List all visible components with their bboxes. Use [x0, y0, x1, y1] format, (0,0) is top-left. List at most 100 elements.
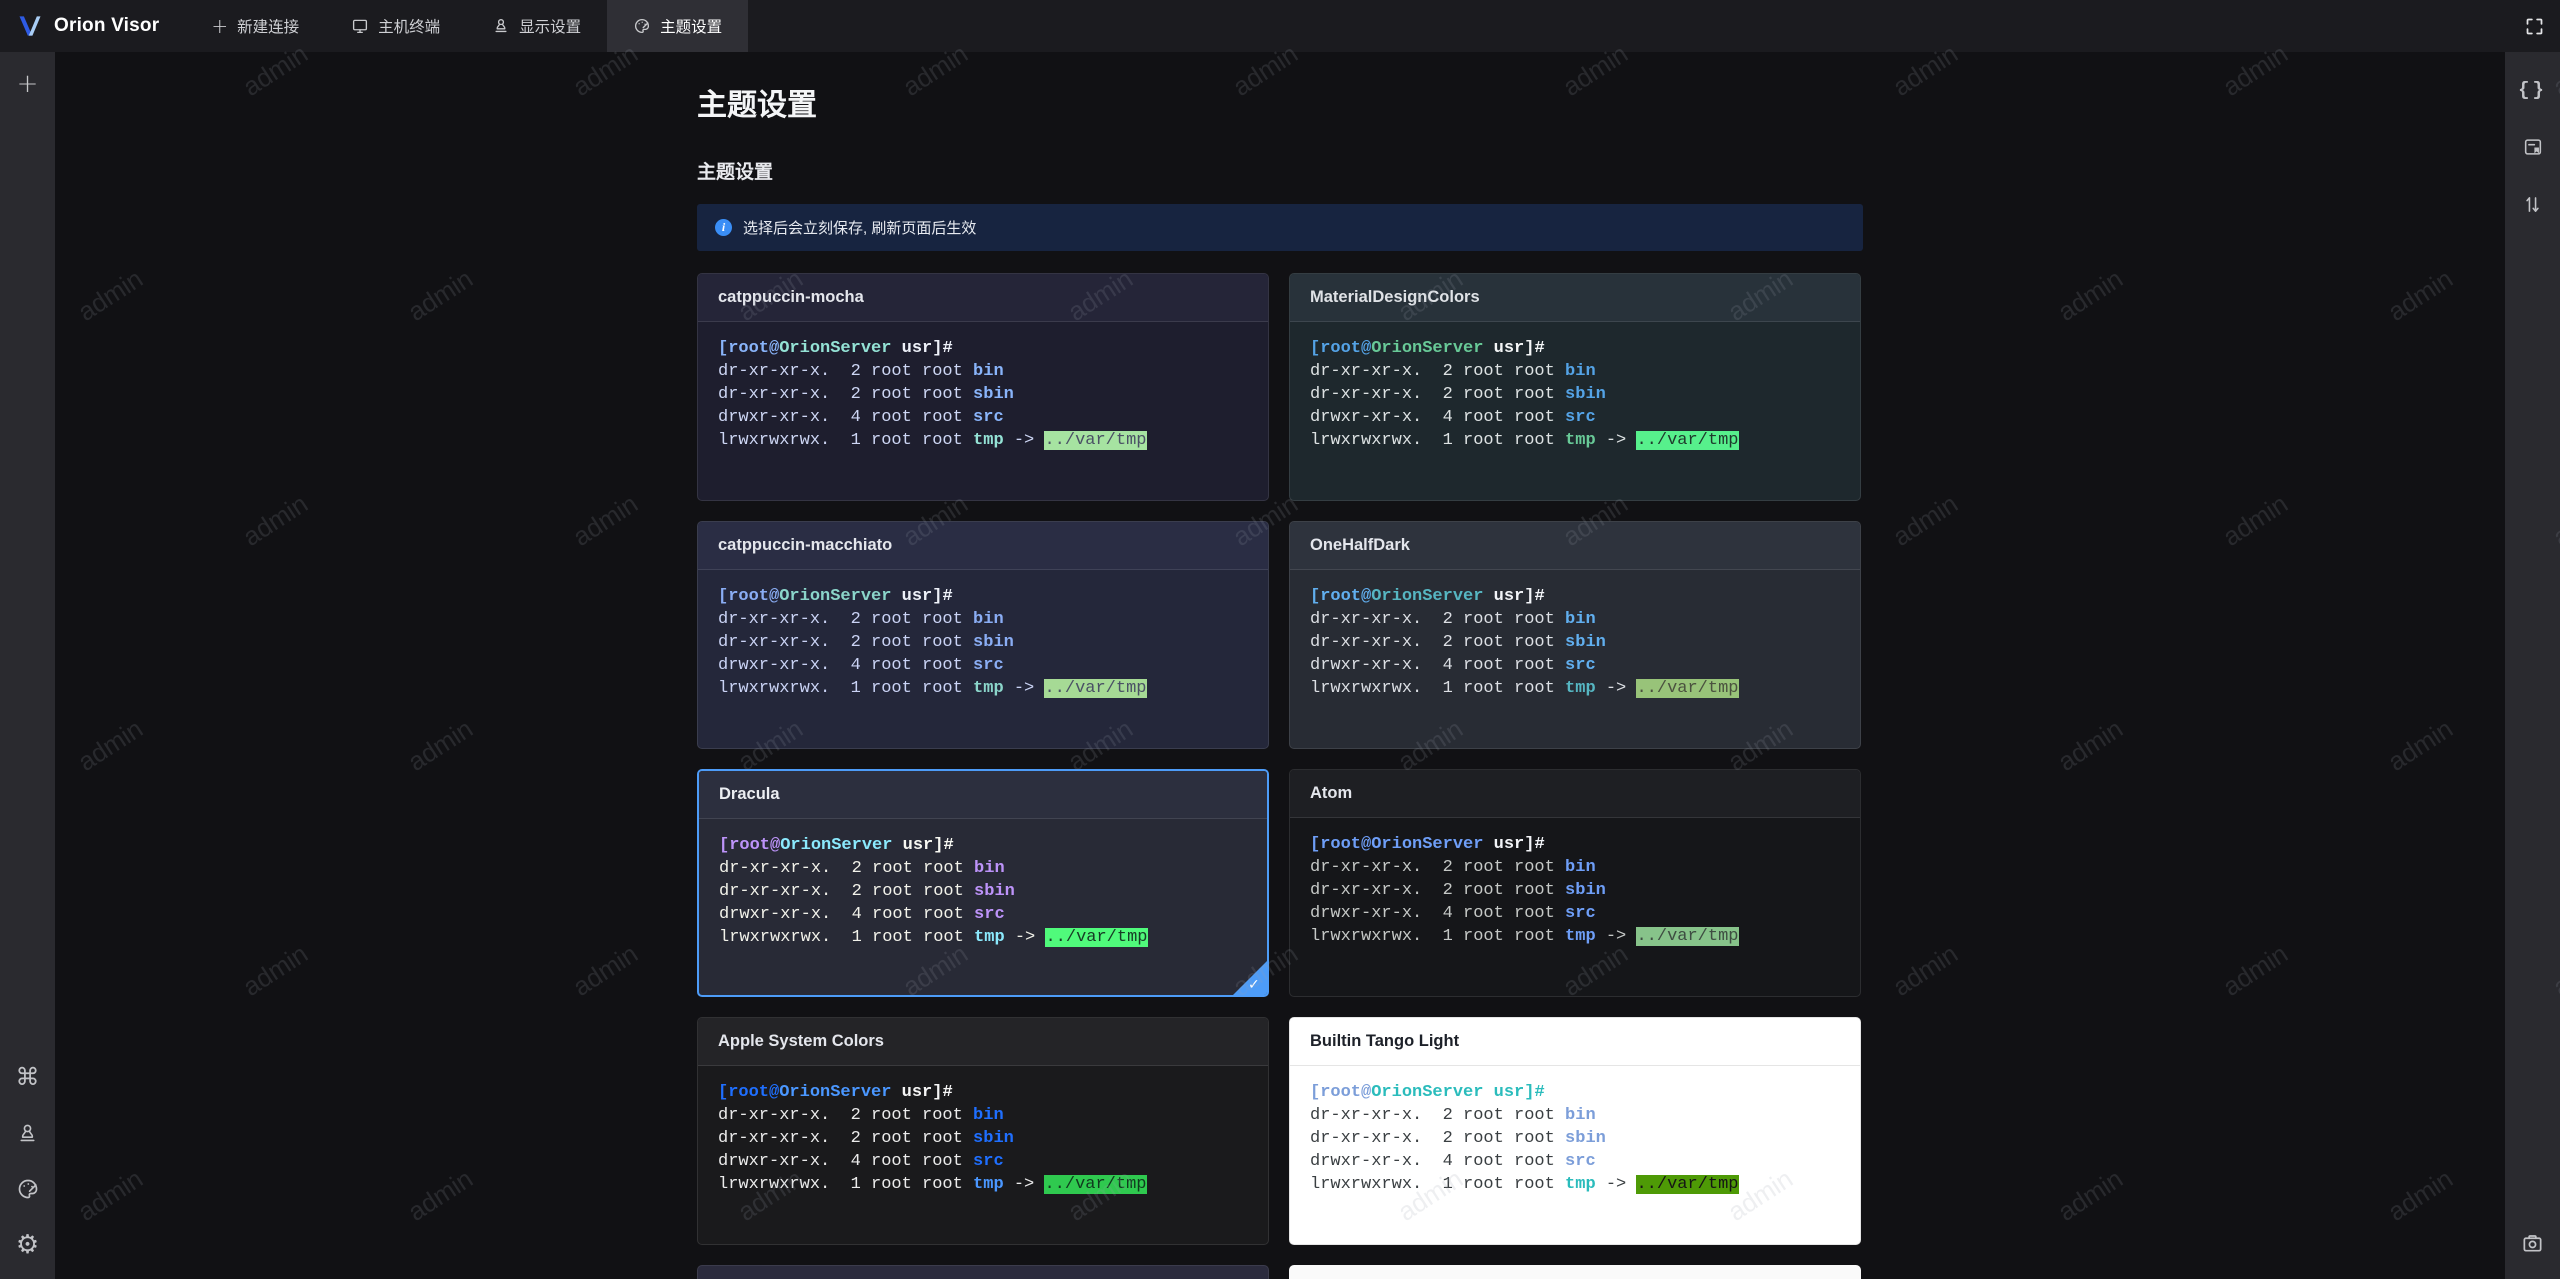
plus-icon: + — [16, 69, 39, 99]
terminal-line: drwxr-xr-x. 4 root root src — [718, 408, 1004, 427]
info-alert-text: 选择后会立刻保存, 刷新页面后生效 — [743, 220, 977, 237]
theme-card-header: OneHalfDark — [1290, 522, 1860, 570]
terminal-line: lrwxrwxrwx. 1 root root tmp -> ../var/tm… — [718, 431, 1147, 450]
theme-card[interactable]: Apple System Colors [root@OrionServer us… — [697, 1017, 1269, 1245]
terminal-line: dr-xr-xr-x. 2 root root sbin — [1310, 1129, 1606, 1148]
plus-icon: + — [211, 14, 229, 38]
new-panel-button[interactable]: + — [10, 66, 46, 102]
display-settings-button[interactable] — [10, 1115, 46, 1151]
theme-card-title: catppuccin-mocha — [718, 288, 864, 306]
orion-visor-logo-icon — [16, 12, 44, 40]
terminal-line: lrwxrwxrwx. 1 root root tmp -> ../var/tm… — [719, 928, 1148, 947]
terminal-line: dr-xr-xr-x. 2 root root bin — [1310, 1106, 1596, 1125]
terminal-line: lrwxrwxrwx. 1 root root tmp -> ../var/tm… — [1310, 1175, 1739, 1194]
terminal-line: drwxr-xr-x. 4 root root src — [1310, 1152, 1596, 1171]
json-view-button[interactable]: {} — [2515, 72, 2551, 108]
terminal-line: dr-xr-xr-x. 2 root root bin — [1310, 610, 1596, 629]
terminal-prompt-line: [root@OrionServer usr]# — [718, 339, 953, 358]
nav-label: 显示设置 — [519, 19, 582, 36]
terminal-preview: [root@OrionServer usr]# dr-xr-xr-x. 2 ro… — [1290, 322, 1860, 452]
nav-item-display-settings[interactable]: 显示设置 — [466, 0, 607, 52]
terminal-line: lrwxrwxrwx. 1 root root tmp -> ../var/tm… — [1310, 927, 1739, 946]
sort-button[interactable] — [2515, 186, 2551, 222]
terminal-preview: [root@OrionServer usr]# dr-xr-xr-x. 2 ro… — [699, 819, 1267, 949]
main-content: 主题设置 主题设置 i 选择后会立刻保存, 刷新页面后生效 catppuccin… — [55, 52, 2505, 1279]
section-title: 主题设置 — [697, 162, 774, 183]
palette-icon — [16, 1177, 40, 1201]
theme-card[interactable]: MaterialDesignColors [root@OrionServer u… — [1289, 273, 1861, 501]
terminal-line: dr-xr-xr-x. 2 root root sbin — [1310, 633, 1606, 652]
theme-card-title: Atom — [1310, 784, 1353, 802]
terminal-prompt-line: [root@OrionServer usr]# — [718, 1083, 953, 1102]
command-icon: ⌘ — [15, 1063, 40, 1091]
main-nav: + 新建连接 主机终端 显示设置 主题设置 — [185, 0, 749, 52]
theme-card-header: MaterialDesignColors — [1290, 274, 1860, 322]
terminal-preview: [root@OrionServer usr]# dr-xr-xr-x. 2 ro… — [698, 322, 1268, 452]
theme-card[interactable]: Atom [root@OrionServer usr]# dr-xr-xr-x.… — [1289, 769, 1861, 997]
nav-label: 新建连接 — [237, 19, 300, 36]
terminal-line: dr-xr-xr-x. 2 root root bin — [718, 1106, 1004, 1125]
nav-item-theme-settings[interactable]: 主题设置 — [607, 0, 749, 52]
bookmark-doc-button[interactable] — [2515, 129, 2551, 165]
theme-card-header: Atom — [1290, 770, 1860, 818]
nav-item-new-connection[interactable]: + 新建连接 — [185, 0, 325, 52]
theme-card-title: Dracula — [719, 785, 780, 803]
terminal-preview: [root@OrionServer usr]# dr-xr-xr-x. 2 ro… — [1290, 818, 1860, 948]
doc-bookmark-icon — [2522, 136, 2544, 158]
screenshot-button[interactable] — [2515, 1225, 2551, 1261]
camera-icon — [2521, 1232, 2544, 1255]
gear-icon: ⚙ — [15, 1230, 40, 1260]
terminal-line: dr-xr-xr-x. 2 root root sbin — [718, 633, 1014, 652]
theme-card-partial[interactable] — [1289, 1265, 1861, 1279]
terminal-line: drwxr-xr-x. 4 root root src — [718, 656, 1004, 675]
terminal-line: lrwxrwxrwx. 1 root root tmp -> ../var/tm… — [718, 1175, 1147, 1194]
theme-card[interactable]: Dracula [root@OrionServer usr]# dr-xr-xr… — [697, 769, 1269, 997]
settings-button[interactable]: ⚙ — [10, 1227, 46, 1263]
theme-card[interactable]: Builtin Tango Light [root@OrionServer us… — [1289, 1017, 1861, 1245]
terminal-prompt-line: [root@OrionServer usr]# — [1310, 835, 1545, 854]
theme-card-title: catppuccin-macchiato — [718, 536, 893, 554]
stamp-icon — [492, 17, 510, 35]
sort-arrows-icon — [2522, 194, 2543, 215]
theme-card-title: Builtin Tango Light — [1310, 1032, 1460, 1050]
theme-card[interactable]: catppuccin-macchiato [root@OrionServer u… — [697, 521, 1269, 749]
terminal-prompt-line: [root@OrionServer usr]# — [1310, 339, 1545, 358]
terminal-line: lrwxrwxrwx. 1 root root tmp -> ../var/tm… — [1310, 679, 1739, 698]
top-header: Orion Visor + 新建连接 主机终端 显示设置 主题设置 — [0, 0, 2560, 52]
theme-card[interactable]: catppuccin-mocha [root@OrionServer usr]#… — [697, 273, 1269, 501]
theme-card-header: Apple System Colors — [698, 1018, 1268, 1066]
palette-icon — [633, 17, 651, 35]
terminal-line: drwxr-xr-x. 4 root root src — [1310, 656, 1596, 675]
info-icon: i — [715, 219, 732, 236]
terminal-line: drwxr-xr-x. 4 root root src — [1310, 408, 1596, 427]
terminal-line: lrwxrwxrwx. 1 root root tmp -> ../var/tm… — [1310, 431, 1739, 450]
terminal-line: dr-xr-xr-x. 2 root root bin — [1310, 362, 1596, 381]
terminal-preview: [root@OrionServer usr]# dr-xr-xr-x. 2 ro… — [1290, 1066, 1860, 1196]
terminal-line: drwxr-xr-x. 4 root root src — [719, 905, 1005, 924]
theme-card-title: Apple System Colors — [718, 1032, 884, 1050]
theme-card-title: OneHalfDark — [1310, 536, 1410, 554]
theme-card-partial[interactable] — [697, 1265, 1269, 1279]
nav-item-host-terminal[interactable]: 主机终端 — [325, 0, 466, 52]
terminal-preview: [root@OrionServer usr]# dr-xr-xr-x. 2 ro… — [698, 570, 1268, 700]
terminal-prompt-line: [root@OrionServer usr]# — [1310, 1083, 1545, 1102]
terminal-line: drwxr-xr-x. 4 root root src — [718, 1152, 1004, 1171]
terminal-preview: [root@OrionServer usr]# dr-xr-xr-x. 2 ro… — [1290, 570, 1860, 700]
nav-label: 主机终端 — [378, 19, 441, 36]
fullscreen-icon[interactable] — [2524, 16, 2545, 37]
brand: Orion Visor — [0, 0, 185, 52]
terminal-line: dr-xr-xr-x. 2 root root sbin — [719, 882, 1015, 901]
terminal-prompt-line: [root@OrionServer usr]# — [1310, 587, 1545, 606]
terminal-line: dr-xr-xr-x. 2 root root bin — [1310, 858, 1596, 877]
command-shortcuts-button[interactable]: ⌘ — [10, 1059, 46, 1095]
terminal-line: dr-xr-xr-x. 2 root root bin — [718, 610, 1004, 629]
terminal-line: dr-xr-xr-x. 2 root root sbin — [718, 385, 1014, 404]
terminal-line: drwxr-xr-x. 4 root root src — [1310, 904, 1596, 923]
terminal-preview: [root@OrionServer usr]# dr-xr-xr-x. 2 ro… — [698, 1066, 1268, 1196]
theme-settings-button[interactable] — [10, 1171, 46, 1207]
theme-card[interactable]: OneHalfDark [root@OrionServer usr]# dr-x… — [1289, 521, 1861, 749]
terminal-line: dr-xr-xr-x. 2 root root sbin — [718, 1129, 1014, 1148]
theme-card-header: Builtin Tango Light — [1290, 1018, 1860, 1066]
theme-card-header: catppuccin-mocha — [698, 274, 1268, 322]
nav-label: 主题设置 — [660, 19, 723, 36]
